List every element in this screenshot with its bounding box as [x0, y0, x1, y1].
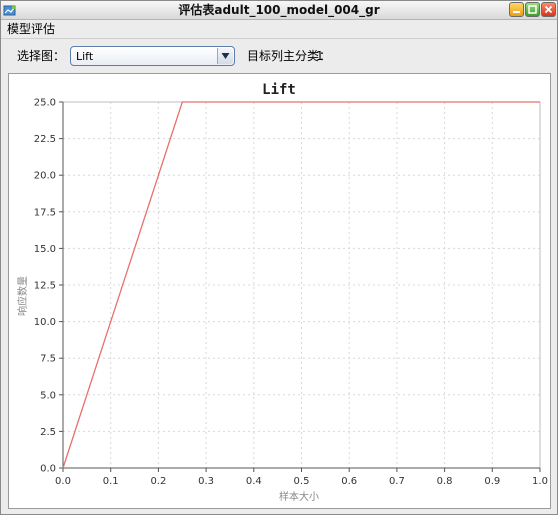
- close-icon: [544, 5, 553, 14]
- lift-chart: Lift 样本大小 响应数量 0.0 0.1 0.2 0.3 0.4 0.5 0.6 0.7 0…: [16, 82, 548, 503]
- chart-select-label: 选择图：: [17, 49, 66, 63]
- y-axis-label: 响应数量: [16, 276, 29, 316]
- x-axis-label: 样本大小: [279, 490, 319, 503]
- y-tick-label: 17.5: [34, 207, 56, 218]
- y-tick-label: 5.0: [40, 390, 56, 401]
- x-tick-label: 0.2: [150, 476, 166, 487]
- x-tick-label: 0.7: [389, 476, 405, 487]
- maximize-icon: [528, 5, 537, 14]
- y-tick-label: 12.5: [34, 281, 56, 292]
- minimize-icon: [513, 11, 520, 13]
- x-tick-label: 1.0: [532, 476, 548, 487]
- y-tick-label: 22.5: [34, 134, 56, 145]
- title-bar[interactable]: 评估表adult_100_model_004_gr: [1, 1, 557, 20]
- x-tick-label: 0.3: [198, 476, 214, 487]
- chart-toolbar: 选择图： Lift 目标列主分类： 1: [1, 39, 557, 73]
- y-tick-label: 7.5: [40, 354, 56, 365]
- dropdown-arrow-button[interactable]: [217, 48, 233, 64]
- chart-type-value: Lift: [76, 50, 94, 63]
- window-title: 评估表adult_100_model_004_gr: [178, 3, 380, 17]
- x-tick-label: 0.8: [437, 476, 453, 487]
- close-button[interactable]: [541, 2, 556, 17]
- target-class-value: 1: [316, 49, 324, 63]
- x-tick-label: 0.5: [294, 476, 310, 487]
- y-tick-label: 15.0: [34, 244, 56, 255]
- y-tick-label: 25.0: [34, 98, 56, 109]
- x-tick-label: 0.9: [484, 476, 500, 487]
- y-tick-label: 10.0: [34, 317, 56, 328]
- chart-panel: Lift 样本大小 响应数量 0.0 0.1 0.2 0.3 0.4 0.5 0.6 0.7 0…: [8, 73, 551, 509]
- axes: [59, 101, 541, 472]
- maximize-button[interactable]: [525, 2, 540, 17]
- chevron-down-icon: [221, 53, 230, 59]
- x-tick-label: 0.6: [341, 476, 357, 487]
- grid-lines: [63, 101, 541, 468]
- menu-bar: 模型评估: [1, 20, 557, 39]
- chart-type-select[interactable]: Lift: [70, 46, 235, 66]
- x-tick-label: 0.0: [55, 476, 71, 487]
- x-tick-label: 0.1: [103, 476, 119, 487]
- x-tick-label: 0.4: [246, 476, 262, 487]
- chart-title: Lift: [262, 82, 296, 98]
- menu-item-model-evaluation[interactable]: 模型评估: [7, 21, 55, 37]
- y-tick-label: 0.0: [40, 464, 56, 475]
- minimize-button[interactable]: [509, 2, 524, 17]
- evaluation-window: 评估表adult_100_model_004_gr 模型评估 选择图： Lift: [0, 0, 558, 515]
- y-tick-label: 2.5: [40, 427, 56, 438]
- y-tick-label: 20.0: [34, 171, 56, 182]
